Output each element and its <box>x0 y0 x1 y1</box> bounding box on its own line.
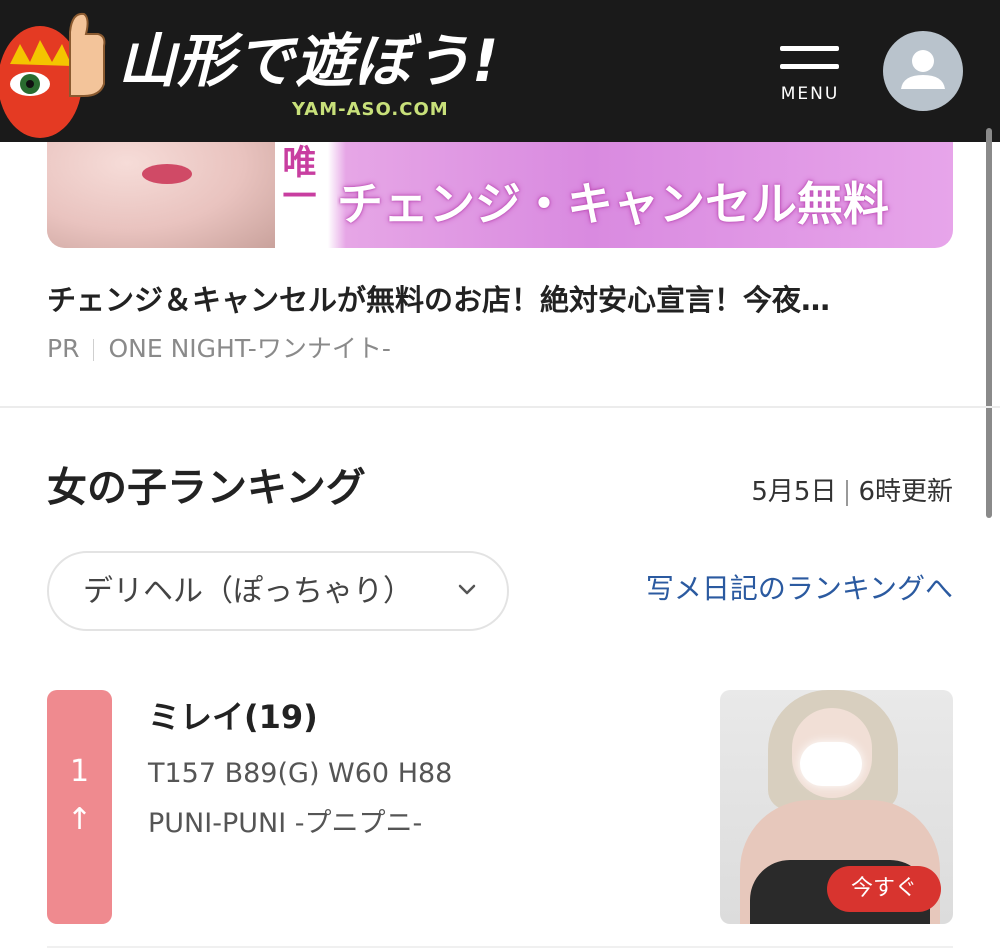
hamburger-icon-line <box>780 64 839 69</box>
menu-label: MENU <box>780 84 840 104</box>
pr-meta: PR ONE NIGHT-ワンナイト- <box>47 330 391 368</box>
account-button[interactable] <box>883 31 963 111</box>
hamburger-icon <box>780 46 839 51</box>
category-select-value: デリヘル（ぽっちゃり） <box>83 574 413 609</box>
site-domain: YAM-ASO.COM <box>292 99 449 120</box>
site-header: 山形で遊ぼう! YAM-ASO.COM MENU <box>0 0 1000 142</box>
available-now-badge: 今すぐ <box>827 866 941 912</box>
pr-label: PR <box>47 334 80 363</box>
banner-photo <box>47 142 275 248</box>
banner-text: チェンジ・キャンセル無料 <box>337 177 889 231</box>
girl-shop[interactable]: PUNI-PUNI -プニプニ- <box>148 804 422 844</box>
site-title[interactable]: 山形で遊ぼう! <box>118 26 499 96</box>
banner-vertical-text: 唯一 <box>276 144 316 212</box>
update-date: 5月5日 <box>751 477 837 507</box>
chevron-down-icon <box>458 584 476 595</box>
pr-shop[interactable]: ONE NIGHT-ワンナイト- <box>108 334 390 363</box>
photo-mask-blur <box>800 742 862 786</box>
rank-number: 1 <box>69 754 90 789</box>
section-divider <box>0 406 1000 408</box>
entry-divider <box>47 946 953 948</box>
update-time: 5月5日 6時更新 <box>751 472 953 512</box>
category-select[interactable]: デリヘル（ぽっちゃり） <box>47 551 509 631</box>
ad-banner[interactable]: 唯一 チェンジ・キャンセル無料 <box>47 142 953 248</box>
user-icon <box>901 50 945 89</box>
menu-button[interactable]: MENU <box>772 42 848 112</box>
girl-spec: T157 B89(G) W60 H88 <box>148 758 453 789</box>
pr-title[interactable]: チェンジ＆キャンセルが無料のお店！絶対安心宣言！今夜… <box>47 278 953 322</box>
rank-badge: 1 ↑ <box>47 690 112 924</box>
update-separator <box>846 479 849 506</box>
pr-separator <box>93 339 95 361</box>
rank-up-arrow-icon: ↑ <box>66 802 93 837</box>
diary-ranking-link[interactable]: 写メ日記のランキングへ <box>646 568 953 610</box>
scrollbar[interactable] <box>986 128 992 518</box>
banner-photo-lips <box>142 164 192 184</box>
mascot-logo-icon[interactable] <box>0 4 110 138</box>
update-hour: 6時更新 <box>858 477 953 507</box>
girl-name[interactable]: ミレイ(19) <box>148 694 318 740</box>
ranking-title: 女の子ランキング <box>47 465 366 511</box>
